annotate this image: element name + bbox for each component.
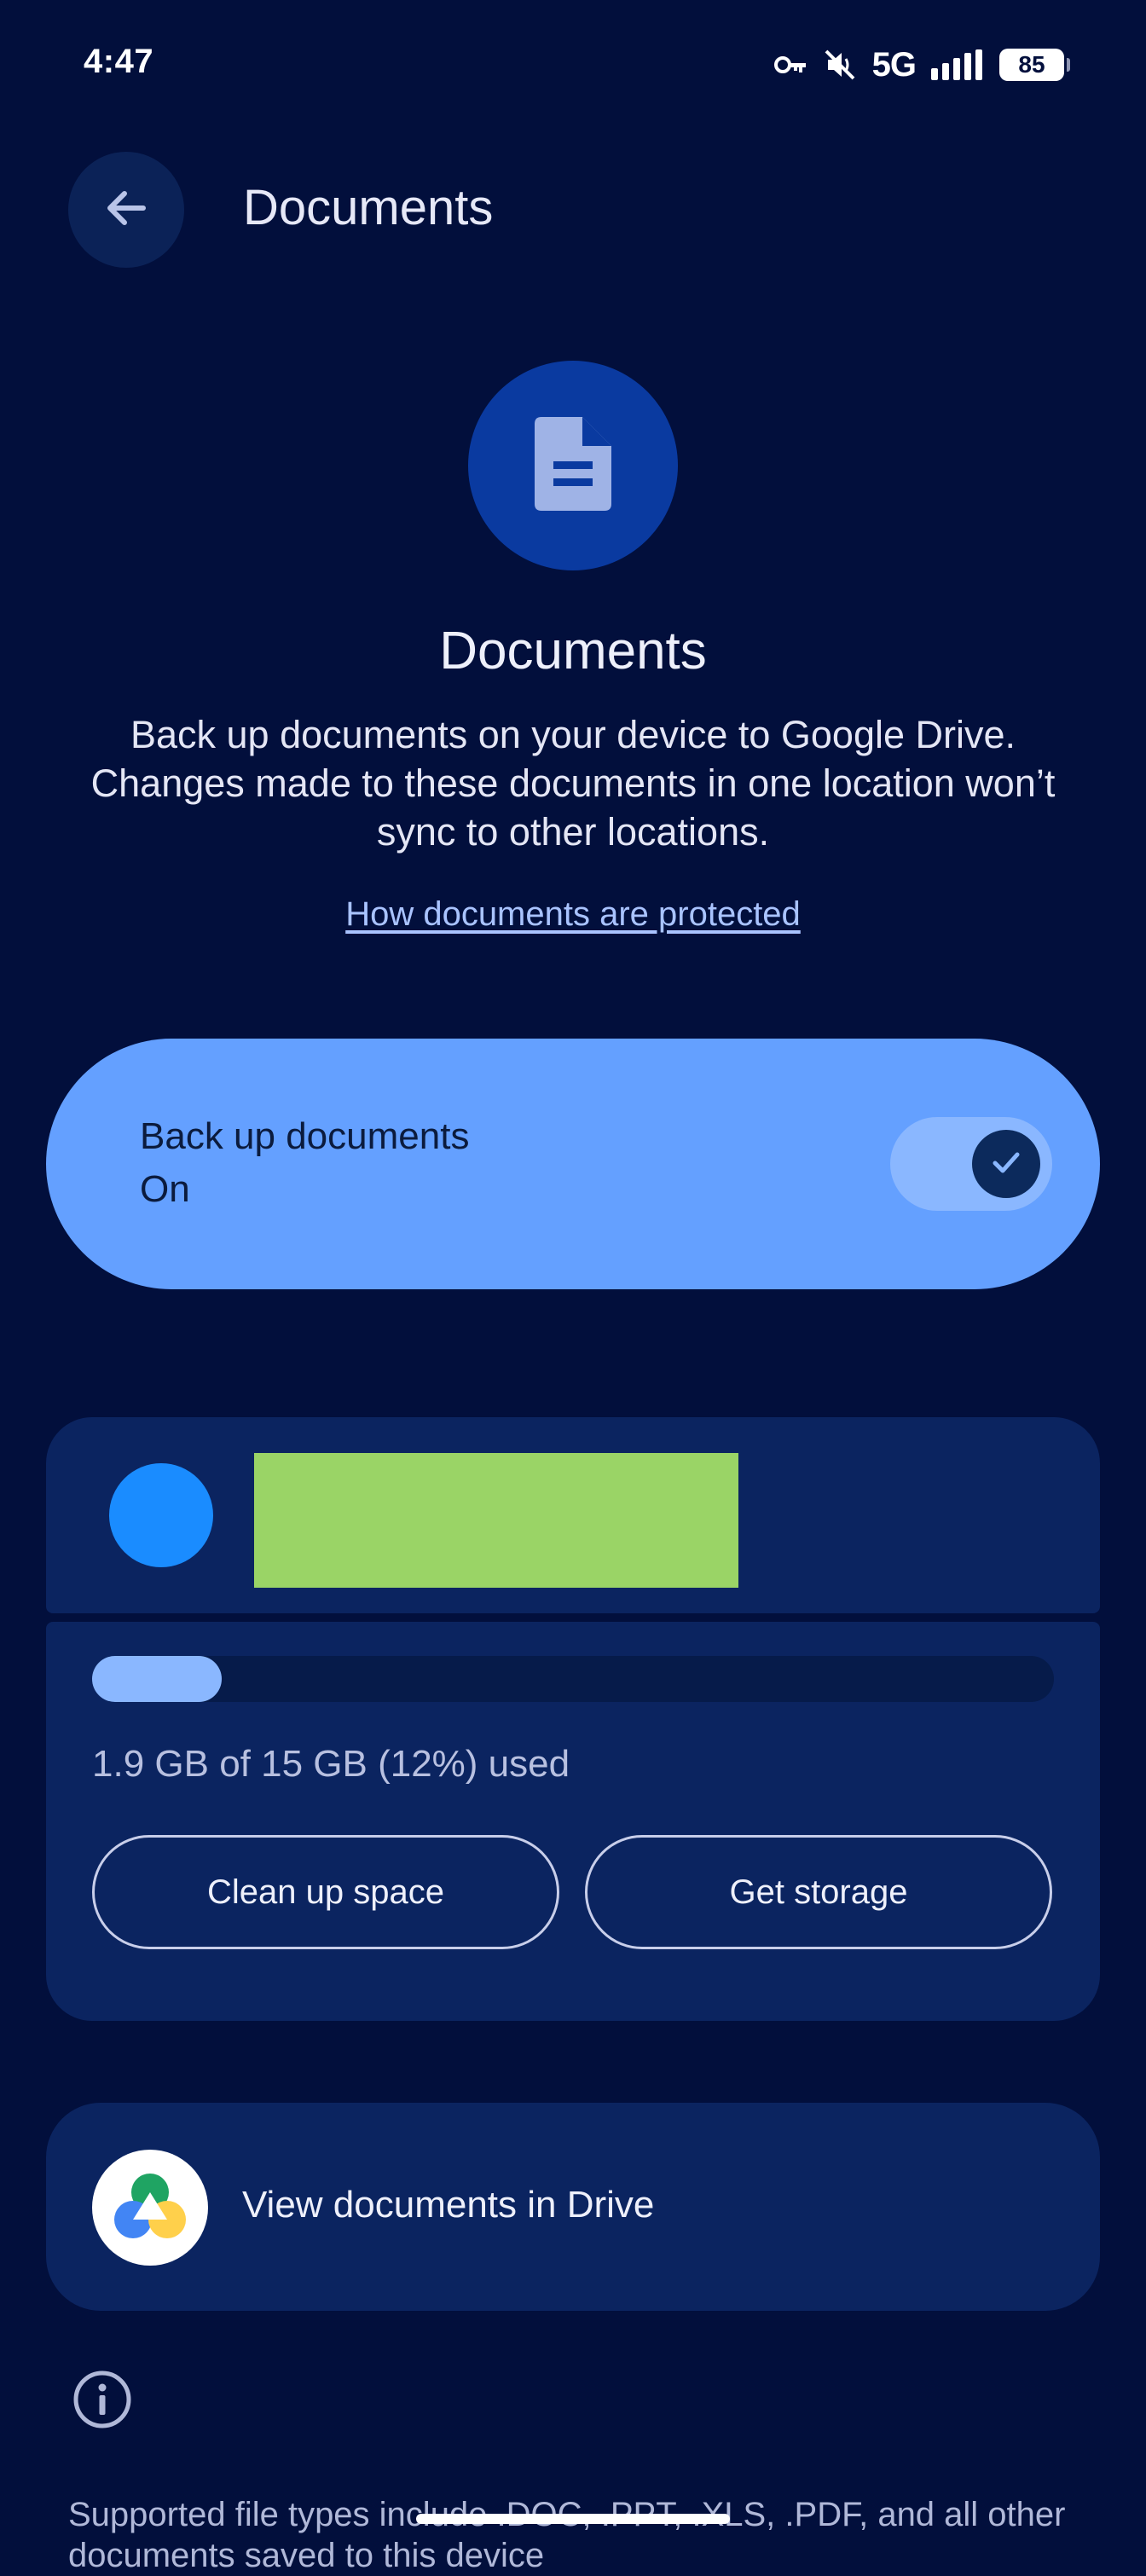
section-title: Documents [439, 622, 707, 680]
backup-state: On [140, 1168, 190, 1210]
storage-progress-bar [92, 1656, 1054, 1702]
get-storage-button[interactable]: Get storage [585, 1835, 1052, 1949]
storage-usage-text: 1.9 GB of 15 GB (12%) used [92, 1743, 570, 1785]
mute-icon [823, 48, 857, 82]
view-in-drive-card[interactable]: View documents in Drive [46, 2103, 1100, 2311]
section-description: Back up documents on your device to Goog… [90, 713, 1056, 854]
document-icon [535, 416, 611, 515]
avatar [109, 1463, 213, 1567]
supported-types-note: Supported file types include .DOC, .PPT,… [68, 2496, 1066, 2574]
info-icon [72, 2369, 133, 2430]
backup-title: Back up documents [140, 1115, 470, 1157]
hero-icon [468, 361, 678, 570]
backup-documents-toggle-card[interactable]: Back up documents On [46, 1039, 1100, 1289]
vpn-key-icon [773, 53, 807, 77]
status-icons: 5G 85 [773, 43, 1070, 87]
back-button[interactable] [68, 152, 184, 268]
storage-card: 1.9 GB of 15 GB (12%) used Clean up spac… [46, 1622, 1100, 2021]
status-bar: 4:47 5G 85 [0, 0, 1146, 128]
page-title: Documents [243, 180, 494, 235]
arrow-back-icon [101, 182, 152, 238]
clean-up-space-button[interactable]: Clean up space [92, 1835, 559, 1949]
toggle-knob [972, 1130, 1040, 1198]
drive-logo [92, 2150, 208, 2266]
drive-icon [111, 2172, 189, 2244]
status-time: 4:47 [84, 43, 154, 80]
network-type: 5G [871, 45, 917, 84]
how-protected-link[interactable]: How documents are protected [0, 895, 1146, 934]
backup-toggle-switch[interactable] [890, 1117, 1052, 1211]
signal-icon [931, 49, 984, 80]
check-icon [987, 1143, 1025, 1185]
view-in-drive-label: View documents in Drive [242, 2184, 655, 2226]
gesture-navigation-bar[interactable] [416, 2514, 730, 2524]
account-card [46, 1417, 1100, 1613]
storage-progress-fill [92, 1656, 222, 1702]
battery-icon: 85 [999, 49, 1070, 81]
redacted-account-info [254, 1453, 738, 1588]
